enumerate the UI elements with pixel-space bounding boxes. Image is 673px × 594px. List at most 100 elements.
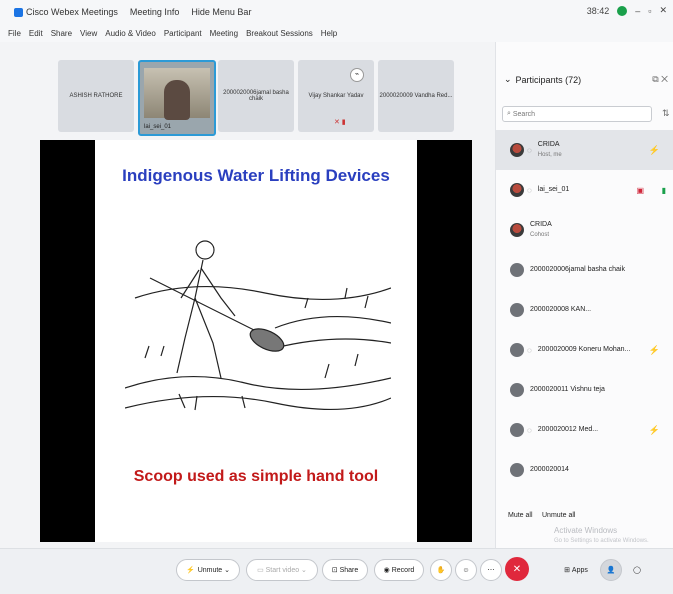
participant-name-block: CRIDA Host, me — [538, 140, 562, 160]
participant-role: Host, me — [537, 152, 562, 158]
muted-mic-icon[interactable]: ⚡ — [649, 145, 660, 156]
webex-logo-icon — [14, 7, 23, 17]
popout-icon[interactable]: ⧉ — [652, 74, 658, 84]
unmute-label: Unmute — [197, 566, 223, 574]
close-panel-icon[interactable]: ✕ — [661, 74, 668, 84]
participants-panel: ⌄ Participants (72) ⧉ ✕ ⌕ Search ⇅ ◌ CRI… — [495, 42, 673, 548]
muted-mic-icon: ⚡ — [185, 567, 195, 574]
camera-icon[interactable]: ▣ — [636, 186, 644, 195]
participant-name: 2000020008 KAN... — [530, 306, 592, 313]
video-tile-name: 2000020006jamal basha chaik — [223, 90, 289, 102]
participants-header[interactable]: ⌄ Participants (72) — [504, 74, 581, 85]
avatar — [510, 263, 524, 277]
video-tile-active[interactable]: lai_sei_01 — [138, 60, 216, 136]
video-feed — [144, 68, 210, 120]
participant-row[interactable]: ◌ CRIDA Host, me ⚡ — [496, 130, 673, 170]
menu-breakout[interactable]: Breakout Sessions — [246, 29, 313, 38]
participant-row[interactable]: 2000020006jamal basha chaik — [496, 250, 673, 290]
mic-on-icon[interactable]: ▮ — [662, 186, 666, 195]
video-icon: ▭ — [257, 567, 266, 574]
chevron-down-icon[interactable]: ⌄ — [504, 74, 512, 85]
hand-raise-icon: ✋ — [436, 567, 446, 574]
meeting-info-button[interactable]: Meeting Info — [130, 7, 180, 17]
participants-title: Participants (72) — [515, 74, 582, 85]
participant-name: CRIDA — [537, 141, 560, 148]
record-button[interactable]: ◉ Record — [374, 559, 424, 581]
meeting-timer: 38:42 — [586, 5, 610, 16]
sort-icon[interactable]: ⇅ — [662, 108, 670, 119]
hand-icon: ◌ — [527, 185, 532, 195]
shared-content: Indigenous Water Lifting Devices Scoop u… — [40, 140, 472, 542]
participant-name: lai_sei_01 — [537, 186, 570, 193]
slide-caption: Scoop used as simple hand tool — [133, 468, 379, 485]
video-tile[interactable]: ⌁ Vijay Shankar Yadav ✕ ▮ — [298, 60, 374, 132]
minimize-icon[interactable]: – — [635, 6, 640, 16]
emoji-icon: ☺ — [462, 566, 470, 574]
mute-all-button[interactable]: Mute all — [508, 512, 533, 519]
more-options-button[interactable]: ⋯ — [480, 559, 502, 581]
video-tile[interactable]: ASHISH RATHORE — [58, 60, 134, 132]
apps-button[interactable]: ⊞ Apps — [556, 559, 596, 581]
muted-mic-icon[interactable]: ⚡ — [649, 425, 660, 436]
video-tile-name: 2000020009 Vandha Red... — [379, 93, 453, 99]
emoji-button[interactable]: ☺ — [455, 559, 477, 581]
participant-row[interactable]: ◌ lai_sei_01 ▣ ▮ — [496, 170, 673, 210]
hide-menu-bar-button[interactable]: Hide Menu Bar — [191, 7, 251, 17]
activate-windows-subtext: Go to Settings to activate Windows. — [554, 538, 649, 544]
menu-bar: File Edit Share View Audio & Video Parti… — [0, 24, 673, 43]
avatar — [510, 423, 524, 437]
unmute-all-button[interactable]: Unmute all — [542, 512, 575, 519]
meeting-stage: ASHISH RATHORE lai_sei_01 2000020006jama… — [0, 42, 495, 548]
participant-row[interactable]: 2000020008 KAN... — [496, 290, 673, 330]
menu-participant[interactable]: Participant — [164, 29, 202, 38]
menu-view[interactable]: View — [80, 29, 97, 38]
participants-icon: 👤 — [606, 567, 616, 574]
avatar — [510, 303, 524, 317]
participant-row[interactable]: CRIDA Cohost — [496, 210, 673, 250]
menu-share[interactable]: Share — [51, 29, 72, 38]
muted-mic-icon[interactable]: ⚡ — [649, 345, 660, 356]
video-tile[interactable]: 2000020006jamal basha chaik — [218, 60, 294, 132]
video-tile-name: lai_sei_01 — [144, 124, 172, 130]
connection-status-icon — [617, 5, 628, 16]
hand-icon: ◌ — [527, 345, 532, 355]
participant-name: 2000020014 — [530, 466, 569, 473]
slide-title: Indigenous Water Lifting Devices — [122, 166, 390, 185]
participant-role: Cohost — [530, 232, 550, 238]
maximize-icon[interactable]: ▫ — [648, 6, 651, 16]
muted-mic-icon: ✕ ▮ — [334, 119, 346, 126]
apps-label: Apps — [571, 566, 588, 574]
participant-row[interactable]: 2000020014 — [496, 450, 673, 490]
participant-name: 2000020011 Vishnu teja — [530, 386, 605, 393]
record-icon: ◉ — [383, 567, 392, 574]
chat-icon: ◯ — [633, 567, 641, 574]
video-tile[interactable]: 2000020009 Vandha Red... — [378, 60, 454, 132]
menu-file[interactable]: File — [8, 29, 21, 38]
participants-toggle-button[interactable]: 👤 — [600, 559, 622, 581]
participant-search-input[interactable]: ⌕ Search — [502, 106, 652, 122]
share-button[interactable]: ⊡ Share — [322, 559, 368, 581]
unmute-button[interactable]: ⚡ Unmute ⌄ — [176, 559, 240, 581]
participant-name: 2000020006jamal basha chaik — [530, 266, 625, 273]
menu-help[interactable]: Help — [321, 29, 337, 38]
menu-meeting[interactable]: Meeting — [210, 29, 238, 38]
participant-row[interactable]: 2000020011 Vishnu teja — [496, 370, 673, 410]
chat-button[interactable]: ◯ — [626, 559, 648, 581]
menu-edit[interactable]: Edit — [29, 29, 43, 38]
window-controls: 38:42 – ▫ ✕ — [587, 5, 667, 16]
record-label: Record — [391, 566, 415, 574]
menu-audio-video[interactable]: Audio & Video — [105, 29, 156, 38]
participant-row[interactable]: ◌ 2000020012 Med... ⚡ — [496, 410, 673, 450]
close-icon[interactable]: ✕ — [659, 5, 667, 16]
leave-meeting-button[interactable]: ✕ — [505, 557, 529, 581]
end-call-icon: ✕ — [512, 563, 522, 575]
apps-icon: ⊞ — [564, 567, 572, 574]
activate-windows-watermark: Activate Windows — [554, 526, 618, 535]
reactions-button[interactable]: ✋ — [430, 559, 452, 581]
participant-name: 2000020009 Koneru Mohan... — [537, 346, 631, 353]
participant-row[interactable]: ◌ 2000020009 Koneru Mohan... ⚡ — [496, 330, 673, 370]
share-icon: ⊡ — [331, 567, 340, 574]
avatar — [510, 183, 524, 197]
start-video-button[interactable]: ▭ Start video ⌄ — [246, 559, 318, 581]
presentation-slide: Indigenous Water Lifting Devices Scoop u… — [95, 140, 417, 542]
